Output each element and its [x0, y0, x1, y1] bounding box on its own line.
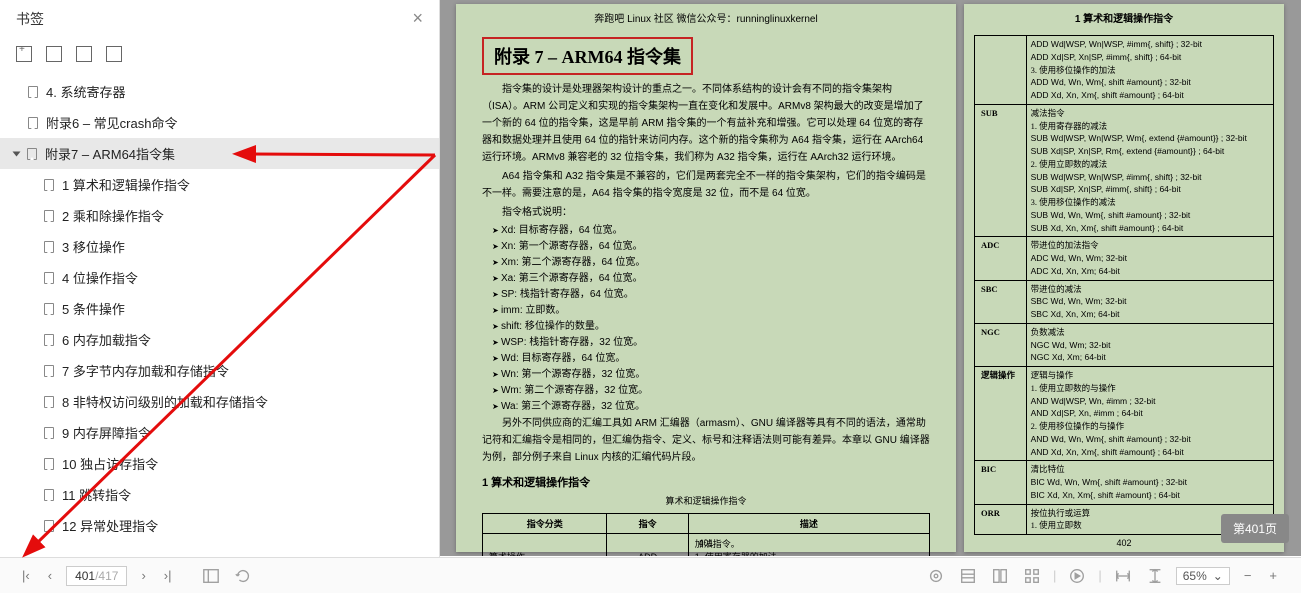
toc-list: 4. 系统寄存器附录6 – 常见crash命令附录7 – ARM64指令集 1 算… — [0, 70, 439, 547]
page-right: 1 算术和逻辑操作指令 ADD Wd|WSP, Wn|WSP, #imm{, s… — [964, 4, 1284, 552]
doc-para-end: 另外不同供应商的汇编工具如 ARM 汇编器（armasm）、GNU 编译器等具有… — [482, 415, 930, 466]
layout1-icon[interactable] — [957, 567, 979, 585]
bookmark-icon — [44, 489, 54, 501]
prev-page-button[interactable]: ‹ — [44, 566, 56, 585]
toc-item[interactable]: 2 乘和除操作指令 — [0, 200, 439, 231]
zoom-in-button[interactable]: + — [1265, 566, 1281, 585]
bottom-toolbar: |‹ ‹ 401 /417 › ›| | | 65% ⌄ − + — [0, 557, 1301, 593]
toc-item[interactable]: 附录7 – ARM64指令集 — [0, 138, 439, 169]
toc-label: 12 异常处理指令 — [62, 516, 158, 535]
last-page-button[interactable]: ›| — [160, 566, 176, 585]
toc-item[interactable]: 9 内存屏障指令 — [0, 417, 439, 448]
toc-item[interactable]: 1 算术和逻辑操作指令 — [0, 169, 439, 200]
page-input[interactable]: 401 /417 — [66, 566, 127, 586]
section-heading: 1 算术和逻辑操作指令 — [482, 474, 956, 490]
bookmark-icon — [44, 303, 54, 315]
first-page-button[interactable]: |‹ — [18, 566, 34, 585]
toc-label: 2 乘和除操作指令 — [62, 206, 164, 225]
toc-label: 附录6 – 常见crash命令 — [46, 113, 177, 132]
bookmark-icon — [28, 86, 38, 98]
page-header-right: 1 算术和逻辑操作指令 — [964, 4, 1284, 31]
page-left: 奔跑吧 Linux 社区 微信公众号：runninglinuxkernel 附录… — [456, 4, 956, 552]
sidebar-toggle-icon[interactable] — [200, 567, 222, 585]
zoom-out-button[interactable]: − — [1240, 566, 1256, 585]
page-header: 奔跑吧 Linux 社区 微信公众号：runninglinuxkernel — [456, 4, 956, 31]
toc-item[interactable]: 3 移位操作 — [0, 231, 439, 262]
toc-label: 8 非特权访问级别的加载和存储指令 — [62, 392, 268, 411]
view-mode-icon[interactable] — [925, 567, 947, 585]
toc-item[interactable]: 11 跳转指令 — [0, 479, 439, 510]
rotate-icon[interactable] — [232, 567, 254, 585]
bookmark-icon — [44, 365, 54, 377]
toc-label: 3 移位操作 — [62, 237, 125, 256]
doc-body: 指令集的设计是处理器架构设计的重点之一。不同体系结构的设计会有不同的指令集架构（… — [456, 81, 956, 221]
add-bookmark-icon[interactable] — [16, 46, 32, 62]
toc-item[interactable]: 12 异常处理指令 — [0, 510, 439, 541]
bookmark-tool-icon[interactable] — [46, 46, 62, 62]
instruction-table: 指令分类指令描述 算术操作ADD加法指令。 1. 使用寄存器的加法 2. 使用立… — [482, 513, 930, 556]
toc-item[interactable]: 13 系统寄存器访问指令 — [0, 541, 439, 547]
toc-label: 9 内存屏障指令 — [62, 423, 151, 442]
bookmark-icon — [44, 210, 54, 222]
bookmark-icon — [44, 396, 54, 408]
toc-item[interactable]: 10 独占访存指令 — [0, 448, 439, 479]
toc-label: 6 内存加载指令 — [62, 330, 151, 349]
grid-icon[interactable] — [1021, 567, 1043, 585]
page-badge: 第401页 — [1221, 514, 1289, 543]
chevron-down-icon: ⌄ — [1213, 569, 1223, 583]
play-icon[interactable] — [1066, 567, 1088, 585]
toc-item[interactable]: 4 位操作指令 — [0, 262, 439, 293]
toc-label: 10 独占访存指令 — [62, 454, 158, 473]
bookmark-icon — [44, 272, 54, 284]
bookmark-icon — [44, 427, 54, 439]
toc-item[interactable]: 8 非特权访问级别的加载和存储指令 — [0, 386, 439, 417]
bookmarks-sidebar: 书签 × 4. 系统寄存器附录6 – 常见crash命令附录7 – ARM64指… — [0, 0, 440, 557]
toc-item[interactable]: 7 多字节内存加载和存储指令 — [0, 355, 439, 386]
instruction-table-right: ADD Wd|WSP, Wn|WSP, #imm{, shift} ; 32-b… — [974, 35, 1274, 535]
bookmark-icon — [27, 148, 37, 160]
document-viewport: 奔跑吧 Linux 社区 微信公众号：runninglinuxkernel 附录… — [440, 0, 1301, 556]
toc-label: 5 条件操作 — [62, 299, 125, 318]
zoom-selector[interactable]: 65% ⌄ — [1176, 567, 1230, 585]
bookmark-icon — [44, 334, 54, 346]
appendix-title: 附录 7 – ARM64 指令集 — [494, 47, 681, 67]
toc-label: 7 多字节内存加载和存储指令 — [62, 361, 229, 380]
toc-item[interactable]: 5 条件操作 — [0, 293, 439, 324]
toc-label: 1 算术和逻辑操作指令 — [62, 175, 190, 194]
sidebar-toolbar — [0, 38, 439, 70]
bookmark-icon — [44, 241, 54, 253]
toc-item[interactable]: 6 内存加载指令 — [0, 324, 439, 355]
toc-label: 附录7 – ARM64指令集 — [45, 144, 175, 163]
fit-width-icon[interactable] — [1112, 567, 1134, 585]
table-caption: 算术和逻辑操作指令 — [456, 494, 956, 509]
doc-list: Xd: 目标寄存器，64 位宽。Xn: 第一个源寄存器，64 位宽。Xm: 第二… — [456, 223, 956, 415]
next-page-button[interactable]: › — [137, 566, 149, 585]
toc-label: 11 跳转指令 — [62, 485, 131, 504]
toc-label: 4 位操作指令 — [62, 268, 138, 287]
close-icon[interactable]: × — [412, 8, 423, 29]
bookmark-icon — [44, 458, 54, 470]
toc-item[interactable]: 附录6 – 常见crash命令 — [0, 107, 439, 138]
bookmark-icon — [28, 117, 38, 129]
toc-label: 4. 系统寄存器 — [46, 82, 125, 101]
bookmark-tool3-icon[interactable] — [106, 46, 122, 62]
appendix-title-box: 附录 7 – ARM64 指令集 — [482, 37, 693, 75]
layout2-icon[interactable] — [989, 567, 1011, 585]
toc-item[interactable]: 4. 系统寄存器 — [0, 76, 439, 107]
bookmark-icon — [44, 179, 54, 191]
bookmark-tool2-icon[interactable] — [76, 46, 92, 62]
fit-page-icon[interactable] — [1144, 567, 1166, 585]
bookmark-icon — [44, 520, 54, 532]
sidebar-title: 书签 — [16, 9, 44, 29]
page-number: 401 — [456, 538, 956, 548]
